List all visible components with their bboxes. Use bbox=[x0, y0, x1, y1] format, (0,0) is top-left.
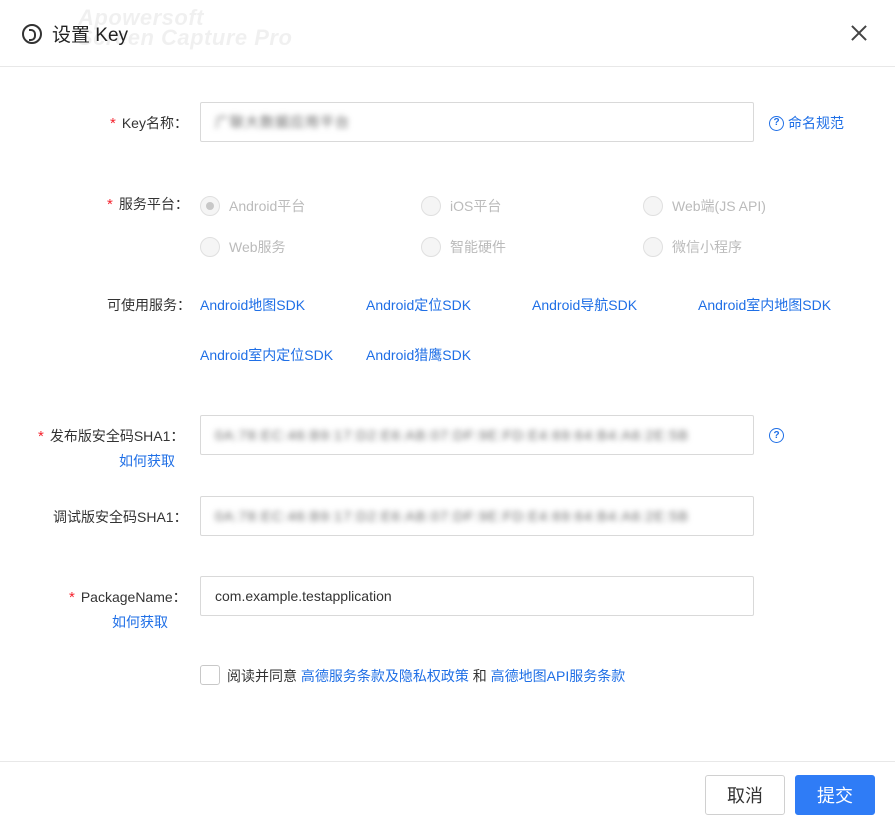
radio-label: Web服务 bbox=[229, 239, 286, 255]
required-mark: * bbox=[110, 115, 116, 132]
dialog-title: 设置 Key bbox=[52, 25, 129, 46]
title-wrap: 设置 Key bbox=[22, 20, 128, 47]
radio-circle bbox=[200, 196, 220, 216]
submit-button[interactable]: 提交 bbox=[795, 775, 875, 815]
radio-circle bbox=[200, 237, 220, 257]
radio-label: Web端(JS API) bbox=[672, 198, 766, 214]
release-sha1-label: * 发布版安全码SHA1： bbox=[38, 428, 185, 445]
required-mark: * bbox=[107, 196, 113, 213]
key-name-label: * Key名称： bbox=[110, 115, 188, 132]
radio-label: iOS平台 bbox=[450, 198, 502, 214]
package-name-label: * PackageName： bbox=[69, 589, 187, 606]
close-icon[interactable] bbox=[848, 22, 870, 44]
set-key-dialog: Apowersoft Screen Capture Pro 设置 Key * Ke… bbox=[0, 0, 895, 821]
release-sha1-input[interactable]: 0A:78:EC:46:B9:17:D2:E6:AB:07:DF:9E:FD:E… bbox=[200, 415, 754, 455]
service-link[interactable]: Android室内地图SDK bbox=[698, 295, 831, 315]
radio-circle bbox=[421, 237, 441, 257]
radio-wechat-miniapp[interactable]: 微信小程序 bbox=[643, 237, 742, 257]
package-name-input[interactable]: com.example.testapplication bbox=[200, 576, 754, 616]
service-link[interactable]: Android猎鹰SDK bbox=[366, 345, 471, 365]
package-name-how-link[interactable]: 如何获取 bbox=[112, 612, 168, 632]
naming-rules-link[interactable]: ? 命名规范 bbox=[769, 113, 844, 133]
required-mark: * bbox=[69, 589, 75, 606]
debug-sha1-value: 0A:78:EC:46:B9:17:D2:E6:AB:07:DF:9E:FD:E… bbox=[215, 508, 689, 524]
release-sha1-value: 0A:78:EC:46:B9:17:D2:E6:AB:07:DF:9E:FD:E… bbox=[215, 427, 689, 443]
debug-sha1-label: 调试版安全码SHA1： bbox=[53, 509, 188, 525]
radio-label: 智能硬件 bbox=[450, 239, 506, 255]
radio-label: 微信小程序 bbox=[672, 239, 742, 255]
api-terms-link[interactable]: 高德地图API服务条款 bbox=[491, 668, 626, 684]
radio-ios[interactable]: iOS平台 bbox=[421, 196, 501, 216]
radio-web-service[interactable]: Web服务 bbox=[200, 237, 286, 257]
agreement-checkbox[interactable] bbox=[200, 665, 220, 685]
terms-privacy-link[interactable]: 高德服务条款及隐私权政策 bbox=[301, 668, 469, 684]
key-icon bbox=[22, 23, 42, 44]
package-name-value: com.example.testapplication bbox=[215, 588, 392, 604]
release-sha1-how-link[interactable]: 如何获取 bbox=[119, 451, 175, 471]
agreement-text: 阅读并同意 高德服务条款及隐私权政策 和 高德地图API服务条款 bbox=[227, 668, 626, 684]
dialog-header: Apowersoft Screen Capture Pro 设置 Key bbox=[0, 0, 895, 67]
service-link[interactable]: Android地图SDK bbox=[200, 295, 305, 315]
required-mark: * bbox=[38, 428, 44, 445]
radio-android[interactable]: Android平台 bbox=[200, 196, 305, 216]
key-name-value: 广联大数据应用平台 bbox=[215, 114, 350, 130]
service-link[interactable]: Android定位SDK bbox=[366, 295, 471, 315]
radio-web-js[interactable]: Web端(JS API) bbox=[643, 196, 766, 216]
platform-label: * 服务平台： bbox=[107, 196, 189, 213]
radio-circle bbox=[643, 237, 663, 257]
debug-sha1-input[interactable]: 0A:78:EC:46:B9:17:D2:E6:AB:07:DF:9E:FD:E… bbox=[200, 496, 754, 536]
radio-smart-hardware[interactable]: 智能硬件 bbox=[421, 237, 506, 257]
key-name-input[interactable]: 广联大数据应用平台 bbox=[200, 102, 754, 142]
radio-label: Android平台 bbox=[229, 198, 306, 214]
question-icon[interactable]: ? bbox=[769, 428, 784, 443]
cancel-button[interactable]: 取消 bbox=[705, 775, 785, 815]
radio-circle bbox=[421, 196, 441, 216]
services-label: 可使用服务： bbox=[107, 297, 191, 313]
service-link[interactable]: Android室内定位SDK bbox=[200, 345, 333, 365]
question-icon: ? bbox=[769, 115, 784, 131]
service-link[interactable]: Android导航SDK bbox=[532, 295, 637, 315]
radio-circle bbox=[643, 196, 663, 216]
